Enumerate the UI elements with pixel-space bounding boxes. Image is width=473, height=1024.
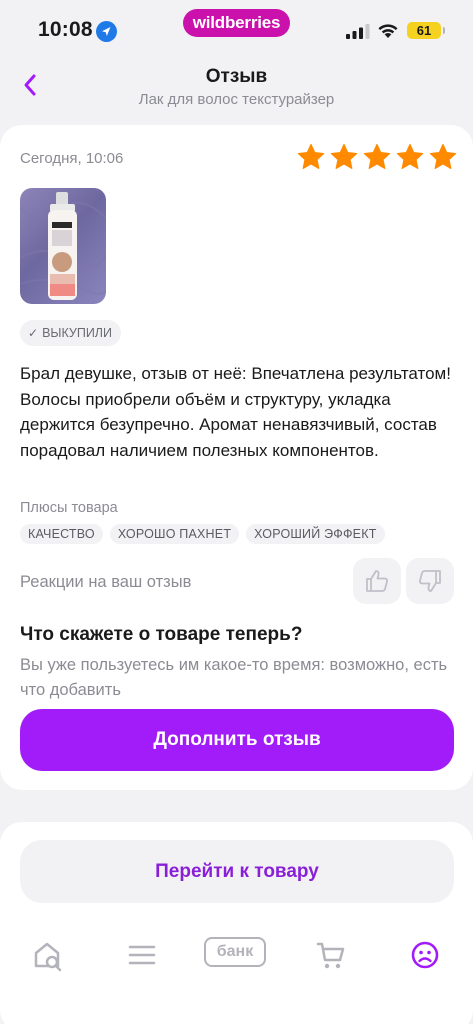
page-title: Отзыв xyxy=(205,66,268,87)
go-to-product-button[interactable]: Перейти к товару xyxy=(20,840,454,903)
check-icon: ✓ xyxy=(28,326,39,340)
brand-logo: wildberries xyxy=(183,9,290,37)
dislike-button[interactable] xyxy=(406,558,454,604)
review-card: Сегодня, 10:06 ✓ ВЫКУПИЛИ Брал девушке, … xyxy=(0,125,473,790)
add-to-review-button[interactable]: Дополнить отзыв xyxy=(20,709,454,771)
pros-tags: КАЧЕСТВО ХОРОШО ПАХНЕТ ХОРОШИЙ ЭФФЕКТ xyxy=(20,524,385,544)
reactions-label: Реакции на ваш отзыв xyxy=(20,573,192,591)
prompt-title: Что скажете о товаре теперь? xyxy=(20,624,303,645)
nav-catalog-button[interactable] xyxy=(122,934,162,974)
location-arrow-icon xyxy=(96,21,117,42)
star-icon xyxy=(330,143,358,169)
status-time: 10:08 xyxy=(38,18,93,41)
bank-icon: банк xyxy=(204,937,266,967)
like-button[interactable] xyxy=(353,558,401,604)
pros-tag: КАЧЕСТВО xyxy=(20,524,103,544)
review-text: Брал девушке, отзыв от неё: Впечатлена р… xyxy=(20,364,451,460)
prompt-text: Вы уже пользуетесь им какое-то время: во… xyxy=(20,656,448,699)
product-photo-image xyxy=(20,192,106,300)
signal-icon xyxy=(346,24,370,39)
pros-tag: ХОРОШО ПАХНЕТ xyxy=(109,524,240,544)
product-name: Лак для волос текстурайзер xyxy=(138,91,335,108)
pros-tag: ХОРОШИЙ ЭФФЕКТ xyxy=(246,524,385,544)
bottom-navigation: банк xyxy=(0,928,473,988)
profile-icon xyxy=(411,941,439,969)
star-icon xyxy=(297,143,325,169)
review-date: Сегодня, 10:06 xyxy=(20,150,124,167)
home-search-icon xyxy=(34,942,62,972)
rating-stars xyxy=(296,142,458,174)
purchased-badge: ✓ ВЫКУПИЛИ xyxy=(20,320,121,346)
review-photo[interactable] xyxy=(20,188,106,304)
nav-cart-button[interactable] xyxy=(311,934,351,974)
cart-icon xyxy=(316,942,345,969)
battery-indicator: 61 xyxy=(407,22,445,39)
star-icon xyxy=(396,143,424,169)
nav-home-button[interactable] xyxy=(28,934,68,974)
nav-profile-button[interactable] xyxy=(405,934,445,974)
star-icon xyxy=(363,143,391,169)
catalog-menu-icon xyxy=(128,945,156,965)
nav-bank-button[interactable]: банк xyxy=(204,937,268,977)
thumbs-up-icon xyxy=(366,570,388,592)
product-card: Перейти к товару xyxy=(0,822,473,1024)
pros-label: Плюсы товара xyxy=(20,500,118,516)
wifi-icon xyxy=(378,24,398,38)
status-bar: 10:08 wildberries 61 xyxy=(0,0,473,56)
star-icon xyxy=(429,143,457,169)
page-header: Отзыв Лак для волос текстурайзер xyxy=(0,56,473,122)
purchased-badge-label: ВЫКУПИЛИ xyxy=(42,326,112,340)
thumbs-down-icon xyxy=(419,570,441,592)
